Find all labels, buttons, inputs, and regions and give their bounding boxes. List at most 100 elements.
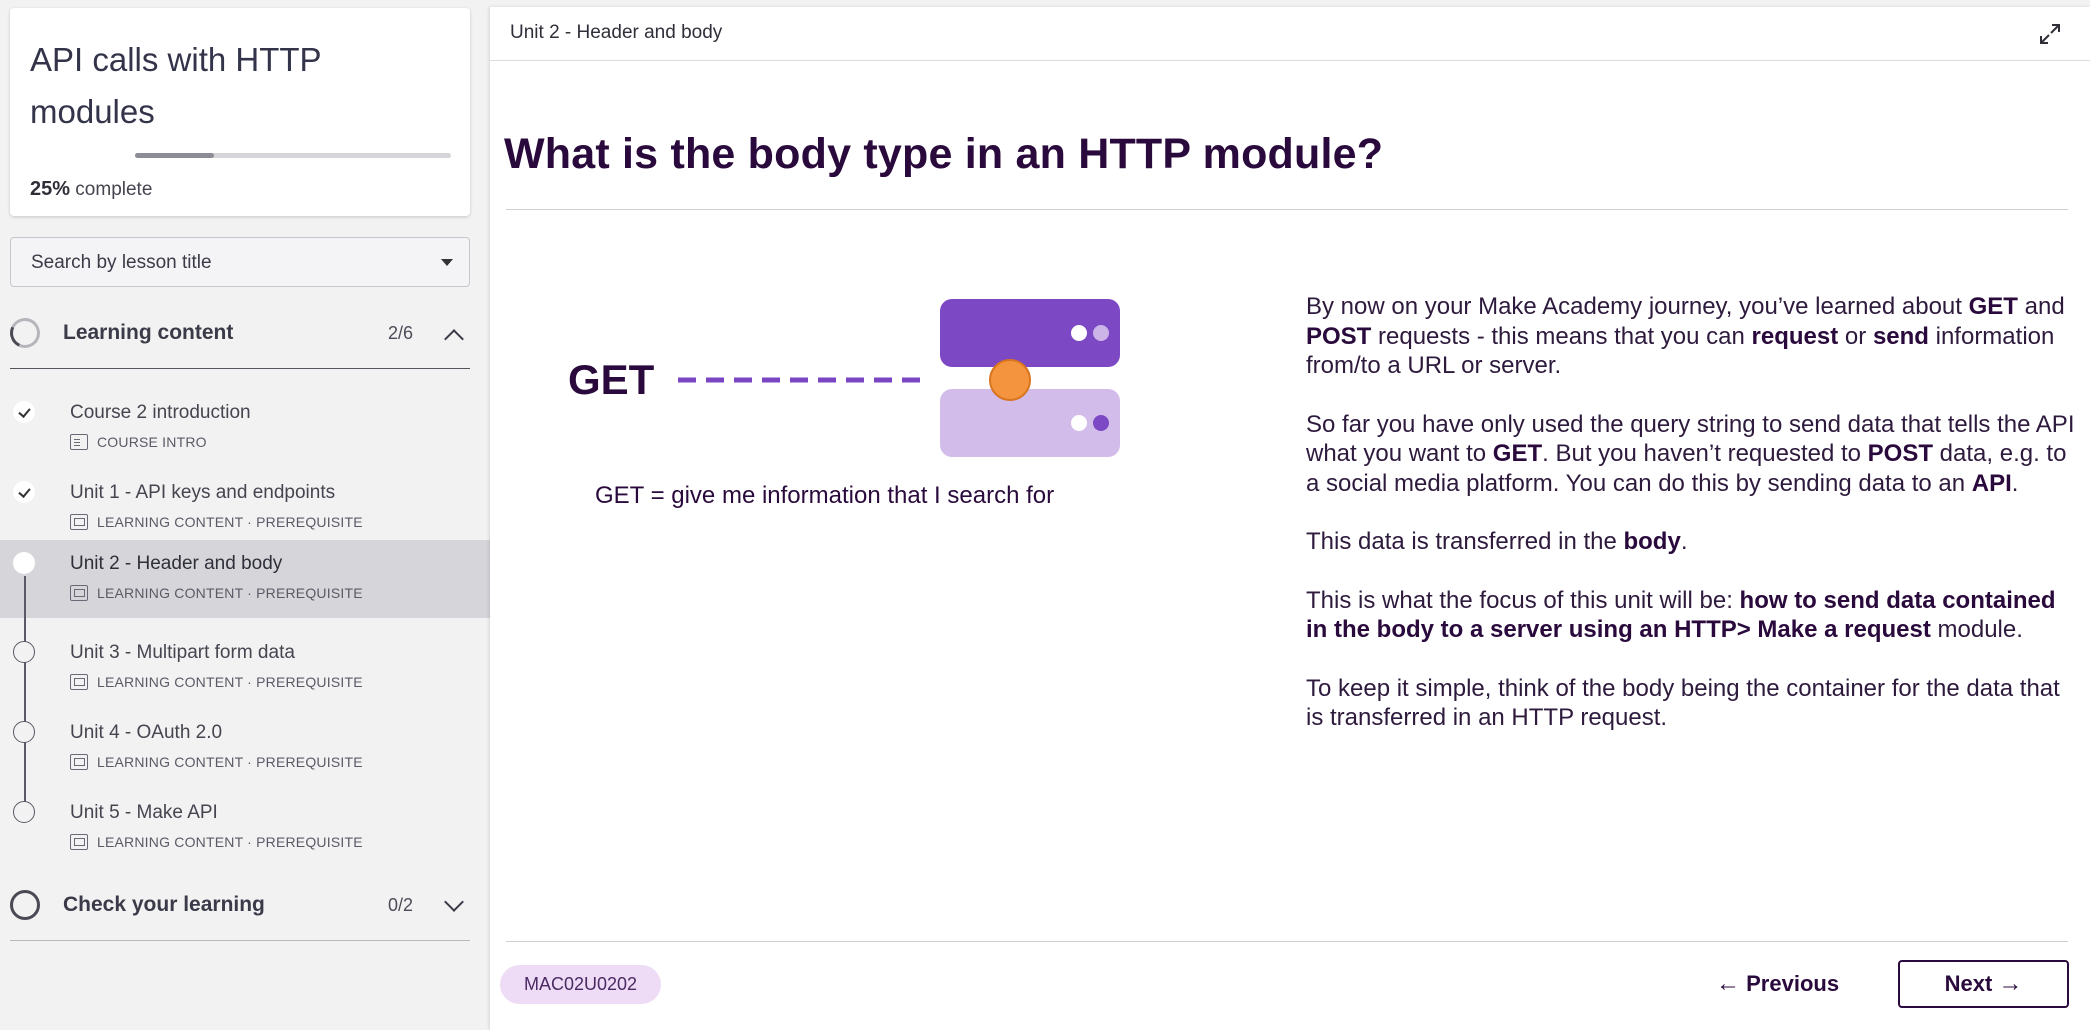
body-text-run: module. [1930,616,2023,643]
lesson-connector-line [24,576,26,806]
body-emphasis: request [1751,322,1839,350]
course-title: API calls with HTTP modules [30,41,321,130]
progress-bar-fill [135,153,214,158]
course-sidebar: API calls with HTTP modules 25% complete… [0,0,490,1030]
body-text-run: . [1680,528,1688,555]
body-paragraph: This is what the focus of this unit will… [1306,586,2076,645]
lesson-item-unit-3[interactable]: Unit 3 - Multipart form data LEARNING CO… [0,630,490,710]
presentation-icon [70,834,88,850]
body-emphasis: GET [1492,440,1543,467]
body-text-run: or [1838,322,1873,350]
next-label: Next [1944,971,1993,996]
lesson-body-text: By now on your Make Academy journey, you… [1306,292,2076,762]
body-text-run: . But you haven’t requested to [1542,440,1868,467]
illustration-caption: GET = give me information that I search … [595,482,1055,509]
lesson-item-unit-2[interactable]: Unit 2 - Header and body LEARNING CONTEN… [0,540,490,618]
lesson-topbar: Unit 2 - Header and body [490,7,2090,61]
body-emphasis: send [1872,322,1929,350]
section-check-your-learning[interactable]: Check your learning 0/2 [10,876,470,934]
arrow-right-icon: → [1998,970,2023,997]
heading-divider [506,209,2068,210]
body-paragraph: This data is transferred in the body. [1306,527,2076,557]
footer-divider [506,941,2068,942]
connector-node-icon [989,359,1031,401]
section-divider [10,940,470,941]
progress-text: 25% complete [30,178,152,201]
caret-down-icon [441,259,453,266]
body-text-run: requests - this means that you can [1371,322,1752,350]
progress-suffix: complete [70,179,153,200]
lesson-meta: LEARNING CONTENT · PREREQUISITE [70,674,363,690]
lesson-meta: LEARNING CONTENT · PREREQUISITE [70,514,363,530]
body-emphasis: API [1971,469,2012,497]
lesson-meta: LEARNING CONTENT · PREREQUISITE [70,754,363,770]
next-button[interactable]: Next → [1898,960,2069,1008]
get-label: GET [568,356,655,403]
lesson-search-value: Search by lesson title [31,252,212,273]
lesson-item-unit-4[interactable]: Unit 4 - OAuth 2.0 LEARNING CONTENT · PR… [0,710,490,790]
body-text-run: . [2011,469,2019,497]
lesson-item-unit-1[interactable]: Unit 1 - API keys and endpoints LEARNING… [0,470,490,550]
chevron-up-icon[interactable] [444,329,464,349]
body-emphasis: POST [1867,440,1934,467]
lesson-title: Unit 5 - Make API [70,802,218,823]
arrow-left-icon: ← [1716,970,1740,997]
lesson-code-badge: MAC02U0202 [500,965,661,1004]
previous-label: Previous [1746,971,1840,996]
unit-title: Unit 2 - Header and body [510,22,723,43]
lesson-status-circle-icon [13,801,35,823]
body-emphasis: body [1623,528,1681,555]
body-text-run: and [2017,293,2065,320]
lesson-item-unit-5[interactable]: Unit 5 - Make API LEARNING CONTENT · PRE… [0,790,490,870]
lesson-heading: What is the body type in an HTTP module? [504,130,1384,178]
lesson-meta-text: LEARNING CONTENT · PREREQUISITE [97,674,363,690]
lesson-meta: LEARNING CONTENT · PREREQUISITE [70,585,363,601]
presentation-icon [70,514,88,530]
section-count: 0/2 [388,895,414,915]
lesson-content-panel: Unit 2 - Header and body What is the bod… [490,7,2090,1030]
lesson-meta-text: LEARNING CONTENT · PREREQUISITE [97,834,363,850]
section-label: Learning content [63,321,234,344]
lesson-status-circle-icon [13,721,35,743]
progress-bar [135,153,451,158]
presentation-icon [70,674,88,690]
body-text-run: This is what the focus of this unit will… [1306,586,1740,614]
section-divider [10,368,470,369]
lesson-title: Unit 4 - OAuth 2.0 [70,722,223,743]
lesson-title: Unit 2 - Header and body [70,553,283,574]
lesson-title: Course 2 introduction [70,402,251,423]
presentation-icon [70,754,88,770]
lesson-item-course-intro[interactable]: Course 2 introduction COURSE INTRO [0,390,490,470]
section-learning-content[interactable]: Learning content 2/6 [5,304,470,362]
previous-button[interactable]: ← Previous [1716,960,1846,1008]
section-count: 2/6 [388,323,414,343]
lesson-meta: COURSE INTRO [70,434,207,450]
lesson-status-circle-icon [13,641,35,663]
body-emphasis: POST [1306,322,1372,350]
body-emphasis: GET [1968,293,2018,320]
check-icon [13,481,35,503]
body-text-run: By now on your Make Academy journey, you… [1306,293,1969,320]
body-text-run: To keep it simple, think of the body bei… [1306,674,2060,732]
lesson-title: Unit 3 - Multipart form data [70,642,295,663]
course-card: API calls with HTTP modules 25% complete [10,8,470,216]
check-icon [13,401,35,423]
body-paragraph: So far you have only used the query stri… [1306,410,2076,499]
lesson-meta-text: COURSE INTRO [97,434,207,450]
progress-percent: 25% [30,178,71,200]
lesson-meta-text: LEARNING CONTENT · PREREQUISITE [97,585,363,601]
lesson-meta-text: LEARNING CONTENT · PREREQUISITE [97,754,363,770]
current-lesson-dot-icon [13,552,35,574]
document-icon [70,434,88,450]
lesson-meta: LEARNING CONTENT · PREREQUISITE [70,834,363,850]
presentation-icon [70,585,88,601]
chevron-down-icon[interactable] [444,892,464,912]
section-progress-ring-icon [10,890,40,920]
lesson-search-select[interactable]: Search by lesson title [10,237,470,287]
body-text-run: This data is transferred in the [1306,528,1624,555]
body-paragraph: By now on your Make Academy journey, you… [1306,292,2076,381]
lesson-meta-text: LEARNING CONTENT · PREREQUISITE [97,514,363,530]
lesson-title: Unit 1 - API keys and endpoints [70,482,336,503]
section-progress-ring-icon [5,313,45,353]
expand-icon[interactable] [2038,22,2062,46]
